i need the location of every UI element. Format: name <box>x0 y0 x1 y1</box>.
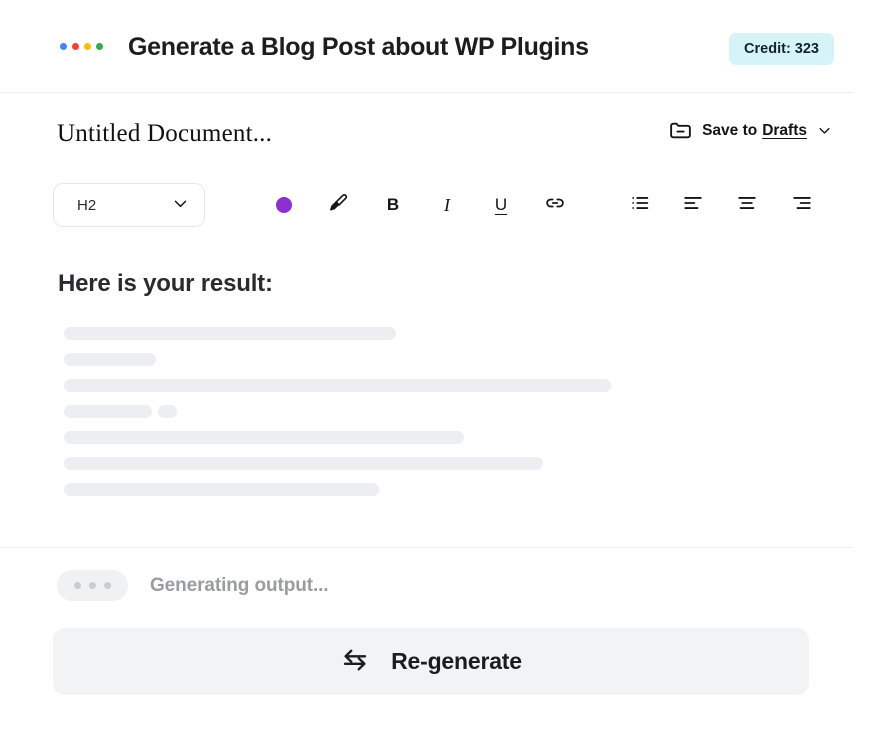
loading-dot <box>104 582 111 589</box>
credit-badge: Credit: 323 <box>729 33 834 65</box>
text-style-value: H2 <box>77 197 96 214</box>
link-icon <box>544 192 566 219</box>
text-color-button[interactable] <box>263 188 305 222</box>
italic-button[interactable]: I <box>426 188 468 222</box>
bullet-list-icon <box>629 192 651 219</box>
logo-dot-yellow <box>84 43 91 50</box>
logo-dot-red <box>72 43 79 50</box>
regenerate-label: Re-generate <box>391 648 522 675</box>
skeleton-bar <box>64 405 152 418</box>
skeleton-bar <box>64 483 379 496</box>
skeleton-row <box>64 405 764 418</box>
highlighter-pen-icon <box>328 192 349 218</box>
skeleton-bar <box>158 405 177 418</box>
document-title[interactable]: Untitled Document... <box>57 120 272 148</box>
save-to-destination[interactable]: Drafts <box>762 122 807 140</box>
color-dot-icon <box>276 197 292 213</box>
bold-button[interactable]: B <box>372 188 414 222</box>
loading-dot <box>89 582 96 589</box>
regenerate-button[interactable]: Re-generate <box>53 628 809 695</box>
generation-status: Generating output... <box>57 570 329 601</box>
text-style-select[interactable]: H2 <box>53 183 205 227</box>
skeleton-bar <box>64 431 464 444</box>
skeleton-row <box>64 353 764 366</box>
skeleton-bar <box>64 353 156 366</box>
logo-dot-green <box>96 43 103 50</box>
skeleton-row <box>64 431 764 444</box>
align-right-icon <box>791 192 813 219</box>
editor-toolbar: H2 B I U <box>53 183 823 227</box>
logo-dot-blue <box>60 43 67 50</box>
skeleton-bar <box>64 379 611 392</box>
align-center-icon <box>736 192 758 219</box>
skeleton-row <box>64 457 764 470</box>
align-left-icon <box>682 192 704 219</box>
align-right-button[interactable] <box>781 188 823 222</box>
skeleton-bar <box>64 327 396 340</box>
align-left-button[interactable] <box>672 188 714 222</box>
content-skeleton <box>64 327 764 509</box>
chevron-down-icon[interactable] <box>817 123 832 138</box>
status-text: Generating output... <box>150 575 329 597</box>
align-center-button[interactable] <box>726 188 768 222</box>
highlight-button[interactable] <box>317 188 359 222</box>
four-dot-logo-icon <box>60 43 103 50</box>
swap-arrows-icon <box>340 645 370 678</box>
app-window: Generate a Blog Post about WP Plugins Cr… <box>0 0 878 748</box>
skeleton-row <box>64 483 764 496</box>
save-to-dropdown[interactable]: Save to Drafts <box>668 118 832 143</box>
skeleton-bar <box>64 457 543 470</box>
underline-button[interactable]: U <box>480 188 522 222</box>
skeleton-row <box>64 379 764 392</box>
save-to-label: Save to Drafts <box>702 122 807 140</box>
link-button[interactable] <box>534 188 576 222</box>
three-dots-loading-icon <box>57 570 128 601</box>
bullet-list-button[interactable] <box>619 188 661 222</box>
content-divider <box>0 547 853 548</box>
formatting-tools: B I U <box>255 188 823 222</box>
folder-minus-icon <box>668 118 693 143</box>
save-to-prefix: Save to <box>702 122 757 140</box>
page-title: Generate a Blog Post about WP Plugins <box>128 33 589 62</box>
result-heading: Here is your result: <box>58 270 273 298</box>
skeleton-row <box>64 327 764 340</box>
chevron-down-icon <box>172 195 189 216</box>
loading-dot <box>74 582 81 589</box>
